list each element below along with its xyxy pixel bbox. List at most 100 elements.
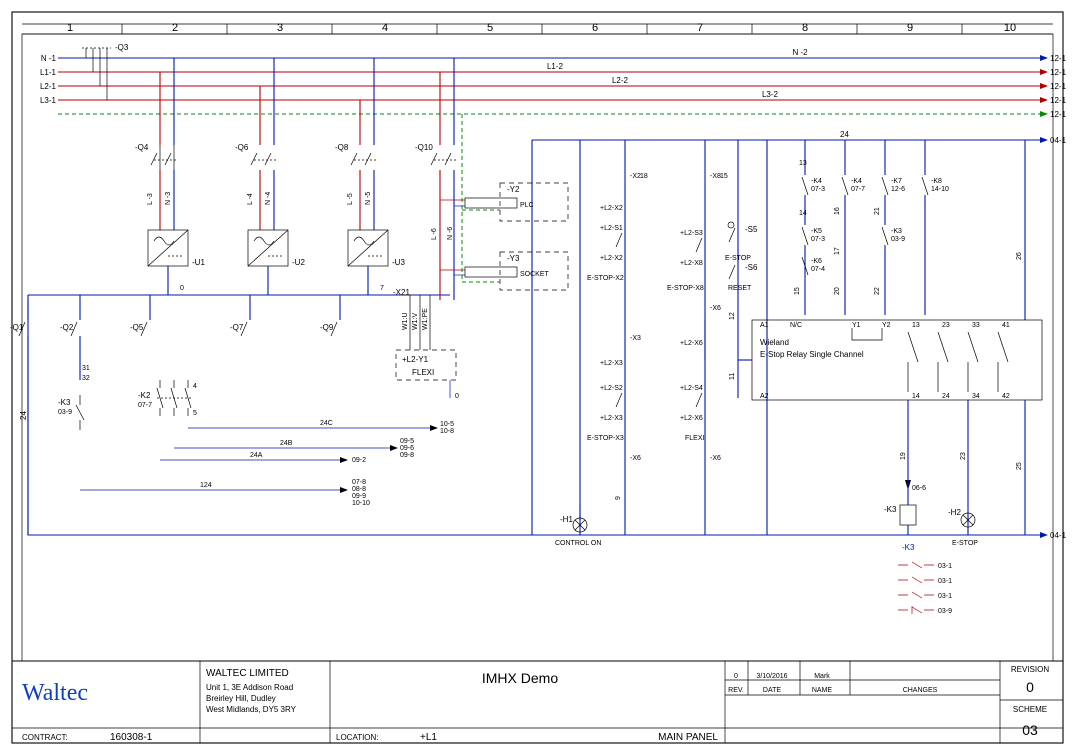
svg-text:23: 23 (942, 322, 950, 329)
svg-text:W1:U: W1:U (402, 313, 409, 331)
svg-text:12-1: 12-1 (1050, 68, 1067, 77)
svg-text:-U2: -U2 (292, 258, 305, 267)
bus-labels-mid: N -2 L1-2 L2-2 L3-2 (547, 48, 808, 99)
svg-text:2: 2 (172, 22, 178, 34)
svg-text:L -3: L -3 (147, 193, 154, 205)
svg-text:N -5: N -5 (365, 192, 372, 205)
svg-text:21: 21 (874, 207, 881, 215)
svg-text:West Midlands, DY5 3RY: West Midlands, DY5 3RY (206, 705, 297, 714)
svg-text:-Q4: -Q4 (135, 143, 149, 152)
svg-text:-Q10: -Q10 (415, 143, 433, 152)
svg-text:09-5: 09-5 (400, 438, 414, 445)
svg-text:-Q8: -Q8 (335, 143, 349, 152)
svg-text:07-8: 07-8 (352, 479, 366, 486)
estop-relay: Wieland E-Stop Relay Single Channel A1 N… (705, 320, 1042, 535)
k-contacts: -K407-3 -K507-3 -K607-4 13 14 15 -K407-7… (794, 140, 1025, 320)
svg-text:-U3: -U3 (392, 258, 405, 267)
svg-text:24B: 24B (280, 440, 293, 447)
svg-text:-K3: -K3 (891, 228, 902, 235)
svg-text:03-9: 03-9 (938, 608, 952, 615)
svg-text:12-6: 12-6 (891, 186, 905, 193)
svg-text:-K3: -K3 (902, 543, 915, 552)
svg-text:5: 5 (487, 22, 493, 34)
svg-text:DATE: DATE (763, 687, 781, 694)
svg-text:Mark: Mark (814, 673, 830, 680)
svg-text:124: 124 (200, 482, 212, 489)
arrow-icon (1040, 137, 1048, 143)
logo: Waltec (22, 680, 88, 706)
svg-text:-X6: -X6 (630, 455, 641, 462)
bus-arrows (1040, 55, 1048, 117)
svg-text:FLEXI: FLEXI (685, 435, 705, 442)
svg-text:+L2-X6: +L2-X6 (680, 340, 703, 347)
svg-text:-U1: -U1 (192, 258, 205, 267)
svg-text:+L1: +L1 (420, 732, 437, 743)
estop-string-1: -X218 +L2-X2 +L2-S1 +L2-X2 E-STOP-X2 -X3… (587, 140, 648, 535)
svg-text:6: 6 (592, 22, 598, 34)
svg-text:-Q9: -Q9 (320, 323, 334, 332)
svg-text:-K5: -K5 (811, 228, 822, 235)
svg-text:WALTEC LIMITED: WALTEC LIMITED (206, 668, 289, 679)
svg-text:N -1: N -1 (41, 54, 57, 63)
svg-text:03-9: 03-9 (58, 409, 72, 416)
svg-text:E-Stop Relay Single Channel: E-Stop Relay Single Channel (760, 350, 864, 359)
svg-text:+L2-X8: +L2-X8 (680, 260, 703, 267)
svg-text:E-STOP: E-STOP (952, 540, 978, 547)
svg-text:N -2: N -2 (792, 48, 808, 57)
svg-text:NAME: NAME (812, 687, 833, 694)
svg-text:33: 33 (972, 322, 980, 329)
svg-text:CONTRACT:: CONTRACT: (22, 733, 68, 742)
svg-text:03: 03 (1022, 722, 1038, 738)
svg-text:-H2: -H2 (948, 508, 961, 517)
svg-text:31: 31 (82, 365, 90, 372)
svg-text:03-1: 03-1 (938, 563, 952, 570)
svg-text:03-9: 03-9 (891, 236, 905, 243)
svg-text:16: 16 (834, 207, 841, 215)
bus-labels-right: 12-1 12-1 12-1 12-1 12-1 (1050, 54, 1067, 119)
drawing-title: IMHX Demo (482, 670, 558, 686)
svg-text:4: 4 (382, 22, 388, 34)
svg-text:14: 14 (912, 393, 920, 400)
svg-text:PLC: PLC (520, 202, 534, 209)
svg-text:13: 13 (912, 322, 920, 329)
svg-text:12-1: 12-1 (1050, 96, 1067, 105)
svg-text:SCHEME: SCHEME (1013, 705, 1047, 714)
svg-text:Unit 1, 3E Addison Road: Unit 1, 3E Addison Road (206, 683, 293, 692)
svg-text:Y1: Y1 (852, 322, 861, 329)
svg-text:-Q7: -Q7 (230, 323, 244, 332)
svg-text:-K8: -K8 (931, 178, 942, 185)
svg-text:N -4: N -4 (265, 192, 272, 205)
svg-text:9: 9 (615, 496, 622, 500)
svg-text:09-2: 09-2 (352, 457, 366, 464)
bus-24-label: 24 (840, 130, 849, 139)
svg-text:Breirley Hill, Dudley: Breirley Hill, Dudley (206, 694, 276, 703)
svg-text:-Q3: -Q3 (115, 43, 129, 52)
svg-text:+L2-X3: +L2-X3 (600, 360, 623, 367)
svg-text:14-10: 14-10 (931, 186, 949, 193)
svg-text:A1: A1 (760, 322, 769, 329)
svg-text:-X6: -X6 (710, 305, 721, 312)
svg-text:-X6: -X6 (710, 455, 721, 462)
svg-text:REV.: REV. (728, 687, 744, 694)
svg-text:10-8: 10-8 (440, 428, 454, 435)
svg-text:-K3: -K3 (884, 505, 897, 514)
svg-text:+L2-S4: +L2-S4 (680, 385, 703, 392)
svg-text:L -4: L -4 (247, 193, 254, 205)
ref-label: 04-1 (1050, 531, 1067, 540)
inverter-group: -Q4 L -3 N -3 -U1 0 -Q6 L -4 N -4 (28, 58, 450, 295)
svg-text:3/10/2016: 3/10/2016 (756, 673, 787, 680)
arrow-icon (1040, 532, 1048, 538)
svg-text:MAIN PANEL: MAIN PANEL (658, 732, 718, 743)
svg-text:34: 34 (972, 393, 980, 400)
svg-text:17: 17 (834, 247, 841, 255)
svg-text:5: 5 (193, 410, 197, 417)
svg-text:15: 15 (720, 173, 728, 180)
svg-text:7: 7 (380, 285, 384, 292)
svg-text:32: 32 (82, 375, 90, 382)
svg-text:12-1: 12-1 (1050, 54, 1067, 63)
svg-text:-Y3: -Y3 (507, 254, 520, 263)
svg-text:W1:V: W1:V (412, 313, 419, 330)
svg-text:160308-1: 160308-1 (110, 732, 153, 743)
svg-text:3: 3 (277, 22, 283, 34)
svg-text:-Y2: -Y2 (507, 185, 520, 194)
